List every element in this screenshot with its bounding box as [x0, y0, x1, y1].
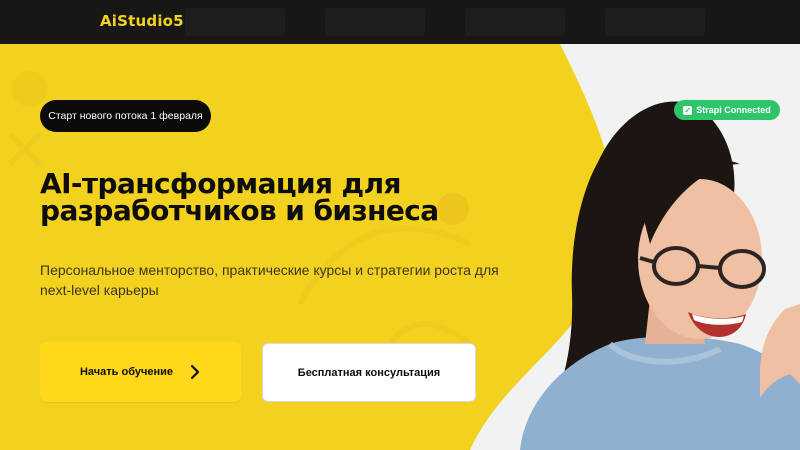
nav-placeholder — [185, 8, 285, 36]
nav-placeholder — [605, 8, 705, 36]
strapi-status-label: Strapi Connected — [696, 105, 771, 115]
top-navbar: AiStudio555 — [0, 0, 800, 44]
start-learning-button[interactable]: Начать обучение — [40, 342, 241, 402]
check-icon: ✓ — [683, 105, 693, 115]
free-consultation-label: Бесплатная консультация — [297, 366, 441, 379]
strapi-status-badge: ✓ Strapi Connected — [674, 100, 780, 120]
decor-cross — [7, 131, 43, 167]
free-consultation-button[interactable]: Бесплатная консультация — [262, 343, 476, 402]
chevron-right-icon — [190, 364, 200, 380]
hero-title: AI-трансформация для разработчиков и биз… — [40, 167, 439, 227]
decor-arc — [387, 321, 472, 347]
launch-badge: Старт нового потока 1 февраля — [40, 100, 211, 132]
hero-subtitle: Персональное менторство, практические ку… — [40, 262, 499, 298]
decor-dot — [12, 71, 48, 107]
start-learning-label: Начать обучение — [79, 366, 173, 378]
nav-placeholder — [325, 8, 425, 36]
hero-section: Старт нового потока 1 февраля ✓ Strapi C… — [0, 44, 800, 450]
nav-placeholder — [465, 8, 565, 36]
